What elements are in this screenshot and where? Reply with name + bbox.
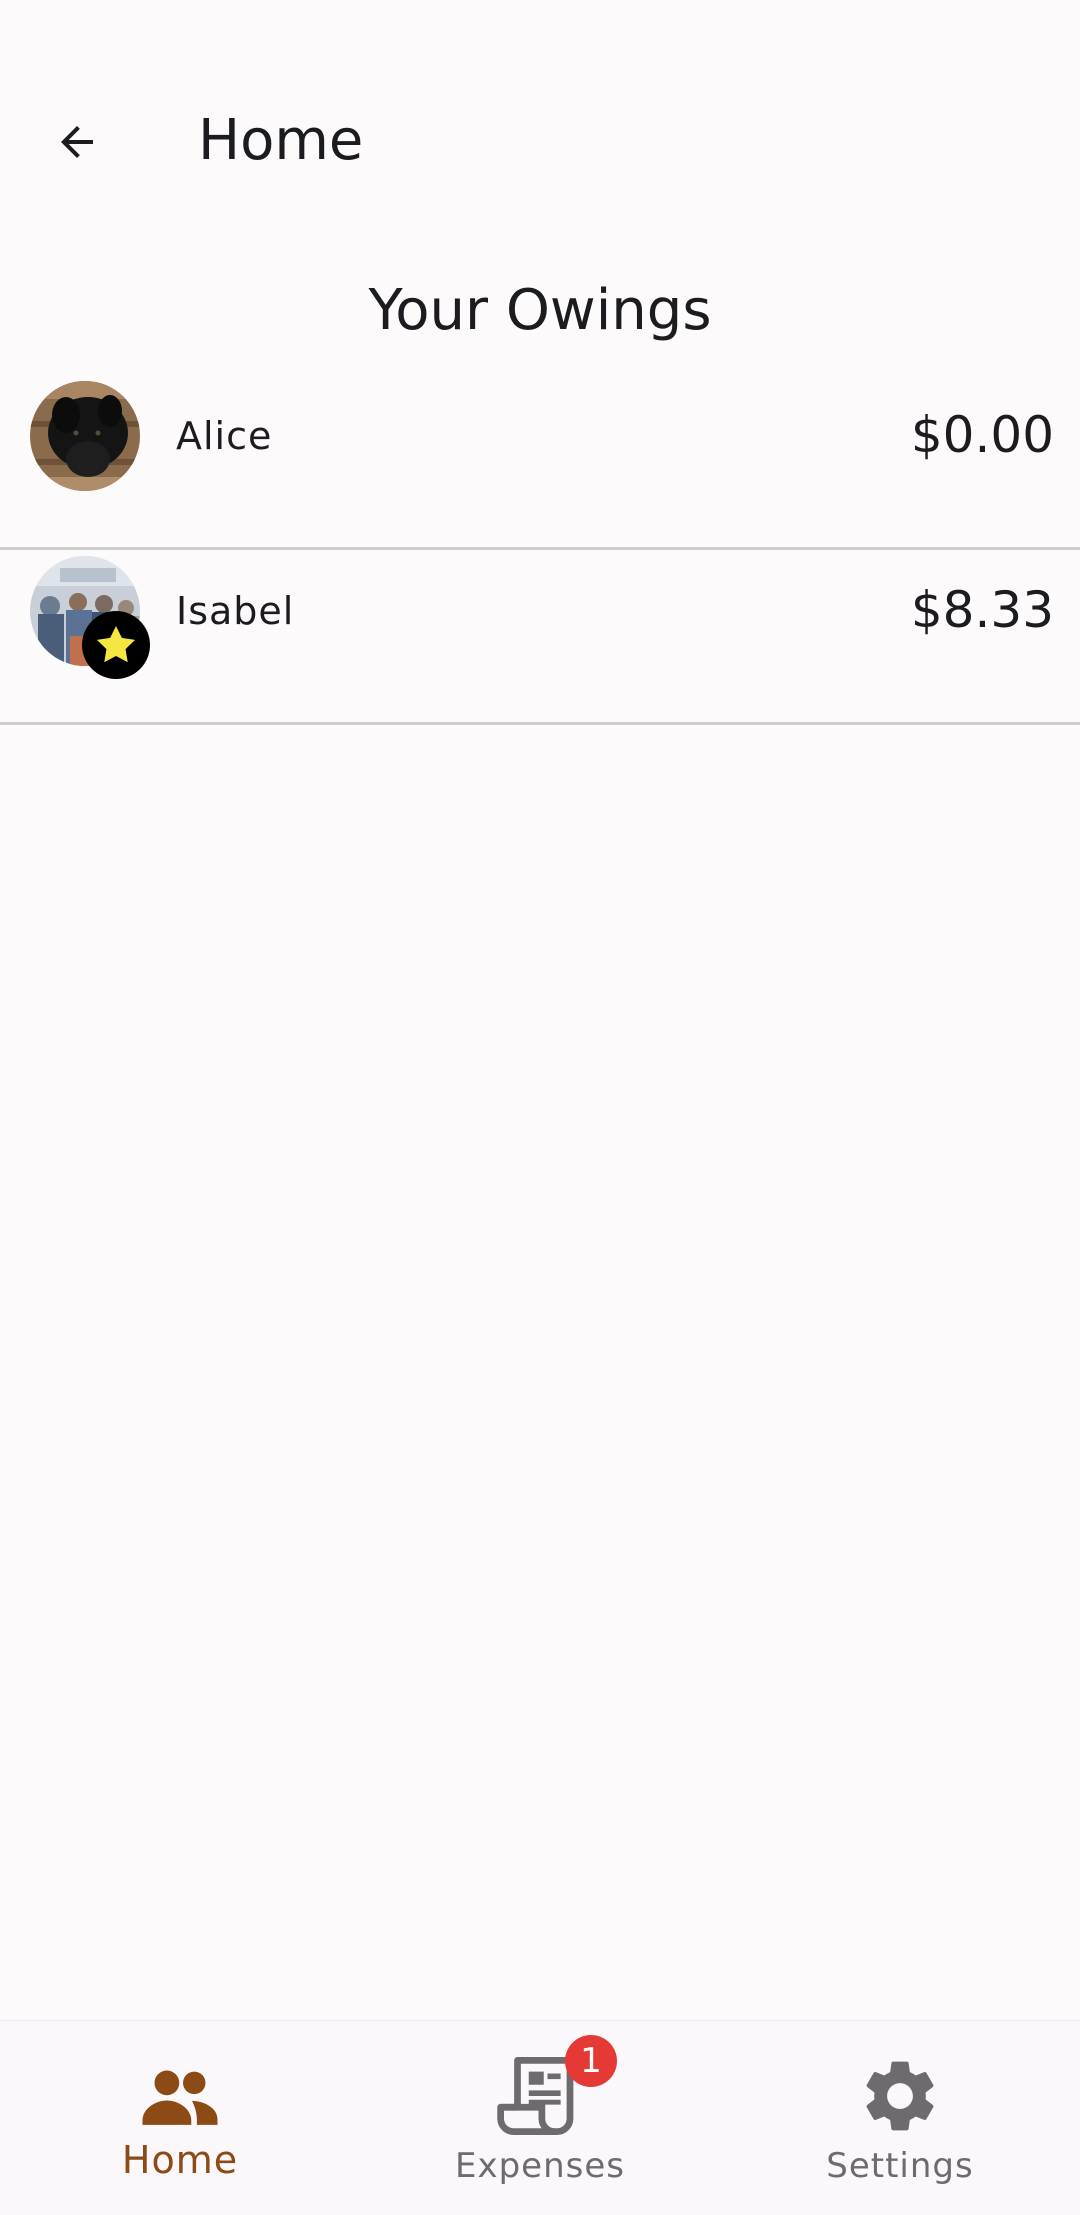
- nav-label: Home: [121, 2138, 239, 2182]
- back-button[interactable]: [40, 110, 114, 174]
- star-icon: [96, 626, 136, 663]
- owing-row-isabel[interactable]: Isabel $8.33: [0, 550, 1080, 725]
- page-title: Home: [198, 108, 364, 173]
- bottom-navigation: Home 1 Expenses Settings: [0, 2020, 1080, 2215]
- nav-label: Expenses: [455, 2146, 625, 2186]
- nav-item-home[interactable]: Home: [0, 2021, 360, 2215]
- row-amount: $0.00: [910, 406, 1054, 464]
- nav-item-settings[interactable]: Settings: [720, 2021, 1080, 2215]
- avatar-wrap: [30, 556, 150, 679]
- avatar-dog-image: [30, 381, 140, 491]
- avatar-wrap: [30, 381, 140, 491]
- row-name: Alice: [176, 414, 273, 458]
- row-name: Isabel: [176, 589, 295, 633]
- arrow-back-icon: [61, 126, 93, 158]
- section-title: Your Owings: [368, 278, 712, 343]
- star-badge: [82, 611, 150, 679]
- nav-item-expenses[interactable]: 1 Expenses: [360, 2021, 720, 2215]
- owings-list: Alice $0.00 Isabel $8.33: [0, 375, 1080, 725]
- nav-label: Settings: [826, 2146, 974, 2186]
- owing-row-alice[interactable]: Alice $0.00: [0, 375, 1080, 550]
- notification-badge: 1: [565, 2035, 617, 2087]
- row-amount: $8.33: [910, 581, 1054, 639]
- avatar: [30, 381, 140, 491]
- gear-icon: [855, 2051, 945, 2141]
- app-bar: Home: [0, 0, 1080, 230]
- people-icon: [135, 2051, 225, 2141]
